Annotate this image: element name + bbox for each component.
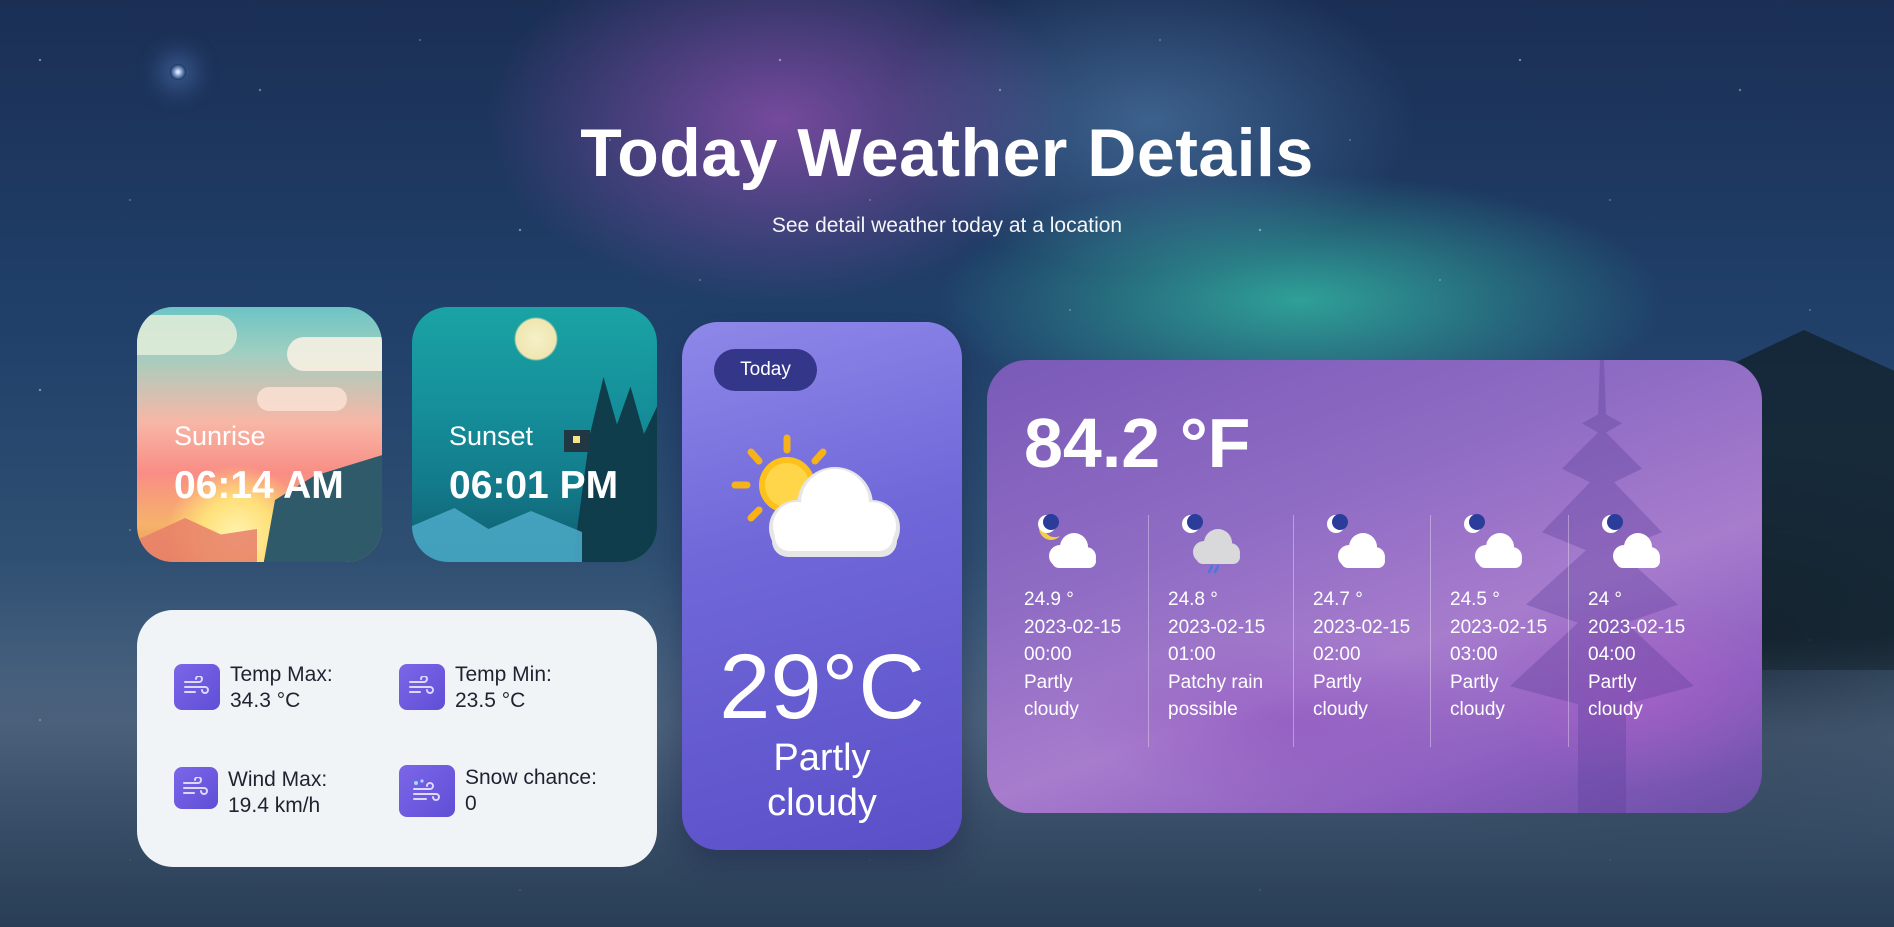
wind-icon [399, 664, 445, 710]
hour-temp: 24.7 ° [1313, 589, 1363, 610]
current-temperature-f: 84.2 °F [1024, 404, 1251, 482]
stat-label: Temp Max: [230, 663, 333, 686]
sunrise-label: Sunrise [174, 421, 266, 451]
hour-forecast-item: 24 ° 2023-02-15 04:00 Partly cloudy [1588, 510, 1728, 724]
moon-cloud-icon [1602, 514, 1660, 568]
hour-condition: Partly cloudy [1313, 671, 1368, 721]
hour-condition: Patchy rain possible [1168, 671, 1264, 721]
stat-snow-chance: Snow chance: 0 [399, 765, 597, 817]
rocks-illustration [412, 508, 582, 562]
sunset-time: 06:01 PM [449, 464, 619, 507]
hill-illustration [137, 518, 257, 562]
snow-wind-icon [399, 765, 455, 817]
stat-value: 19.4 km/h [228, 794, 321, 817]
hut-illustration [564, 430, 590, 452]
page-header: Today Weather Details See detail weather… [0, 112, 1894, 238]
hour-datetime: 2023-02-15 04:00 [1588, 616, 1686, 666]
moon-cloud-icon [1327, 514, 1385, 568]
hour-temp: 24.9 ° [1024, 589, 1074, 610]
moon-cloud-icon [1038, 514, 1096, 568]
cloud-illustration [257, 387, 347, 411]
hour-temp: 24.5 ° [1450, 589, 1500, 610]
moon-rain-cloud-icon [1182, 514, 1240, 574]
sunrise-card: Sunrise 06:14 AM [137, 307, 382, 562]
sun-behind-cloud-icon [731, 434, 900, 557]
cloud-illustration [287, 337, 382, 371]
cloud-illustration [137, 315, 237, 355]
sunset-card: Sunset 06:01 PM [412, 307, 657, 562]
today-card: Today 29°C Partly cloudy [682, 322, 962, 850]
stat-temp-max: Temp Max: 34.3 °C [174, 662, 333, 714]
hourly-forecast-card: 84.2 °F 24.9 ° 2023-02-15 00:00 Partly c… [987, 360, 1762, 813]
stat-label: Wind Max: [228, 768, 328, 791]
hour-temp: 24.8 ° [1168, 589, 1218, 610]
hour-forecast-item: 24.7 ° 2023-02-15 02:00 Partly cloudy [1313, 510, 1453, 724]
today-condition: Partly cloudy [767, 737, 877, 824]
moon-cloud-icon [1464, 514, 1522, 568]
stat-temp-min: Temp Min: 23.5 °C [399, 662, 552, 714]
stat-wind-max: Wind Max: 19.4 km/h [174, 767, 327, 819]
today-tab[interactable]: Today [714, 349, 817, 391]
sunrise-time: 06:14 AM [174, 464, 344, 507]
stat-value: 34.3 °C [230, 689, 301, 712]
hour-forecast-item: 24.9 ° 2023-02-15 00:00 Partly cloudy [1024, 510, 1164, 724]
wind-icon [174, 664, 220, 710]
page-subtitle: See detail weather today at a location [771, 214, 1123, 237]
hour-datetime: 2023-02-15 01:00 [1168, 616, 1266, 666]
stat-value: 23.5 °C [455, 689, 526, 712]
weather-stats-panel: Temp Max: 34.3 °C Temp Min: 23.5 °C Wind… [137, 610, 657, 867]
hour-datetime: 2023-02-15 03:00 [1450, 616, 1548, 666]
wind-icon [174, 767, 218, 809]
page-title: Today Weather Details [580, 115, 1314, 191]
sunset-label: Sunset [449, 421, 534, 451]
stat-label: Temp Min: [455, 663, 552, 686]
hour-condition: Partly cloudy [1024, 671, 1079, 721]
hour-datetime: 2023-02-15 00:00 [1024, 616, 1122, 666]
hour-datetime: 2023-02-15 02:00 [1313, 616, 1411, 666]
bright-star [170, 64, 186, 80]
stat-label: Snow chance: [465, 766, 597, 789]
hour-condition: Partly cloudy [1588, 671, 1643, 721]
stat-value: 0 [465, 792, 477, 815]
hour-condition: Partly cloudy [1450, 671, 1505, 721]
today-temperature: 29°C [719, 636, 925, 738]
hour-temp: 24 ° [1588, 589, 1623, 610]
hour-forecast-item: 24.5 ° 2023-02-15 03:00 Partly cloudy [1450, 510, 1590, 724]
hour-forecast-item: 24.8 ° 2023-02-15 01:00 Patchy rain poss… [1168, 510, 1308, 724]
